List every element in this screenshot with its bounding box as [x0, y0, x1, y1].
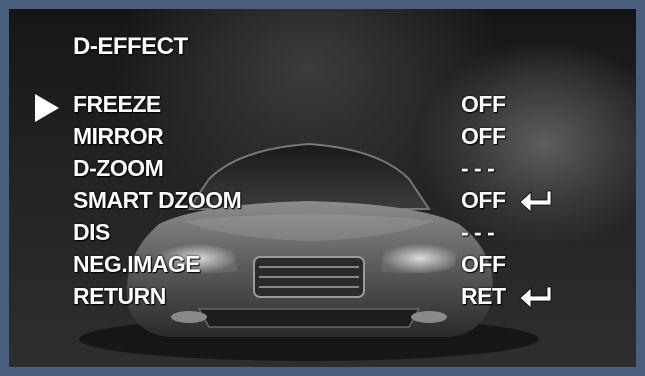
menu-item-return[interactable]: RETURN RET: [9, 283, 636, 315]
menu-title: D-EFFECT: [73, 33, 188, 60]
menu-item-label: SMART DZOOM: [73, 187, 242, 213]
enter-arrow-icon[interactable]: [519, 190, 553, 214]
triangle-right-icon: [35, 94, 59, 122]
menu-item-smart-dzoom[interactable]: SMART DZOOM OFF: [9, 187, 636, 219]
osd-menu: D-EFFECT FREEZE OFF MIRROR OFF D-ZOOM - …: [9, 9, 636, 367]
menu-item-value[interactable]: OFF: [461, 123, 506, 150]
menu-item-value[interactable]: OFF: [461, 251, 506, 278]
osd-screen: D-EFFECT FREEZE OFF MIRROR OFF D-ZOOM - …: [9, 9, 636, 367]
menu-item-value[interactable]: - - -: [461, 155, 495, 182]
menu-item-value[interactable]: OFF: [461, 91, 506, 118]
menu-item-label: DIS: [73, 219, 110, 245]
menu-item-value[interactable]: - - -: [461, 219, 495, 246]
menu-item-label: NEG.IMAGE: [73, 251, 201, 277]
menu-item-value[interactable]: OFF: [461, 187, 506, 214]
enter-arrow-icon[interactable]: [519, 286, 553, 310]
menu-item-label: D-ZOOM: [73, 155, 164, 181]
menu-item-label: RETURN: [73, 283, 166, 309]
menu-item-freeze[interactable]: FREEZE OFF: [9, 91, 636, 123]
menu-item-value[interactable]: RET: [461, 283, 506, 310]
menu-item-neg-image[interactable]: NEG.IMAGE OFF: [9, 251, 636, 283]
menu-item-label: MIRROR: [73, 123, 164, 149]
menu-item-label: FREEZE: [73, 91, 161, 117]
menu-item-d-zoom[interactable]: D-ZOOM - - -: [9, 155, 636, 187]
menu-item-dis[interactable]: DIS - - -: [9, 219, 636, 251]
menu-item-mirror[interactable]: MIRROR OFF: [9, 123, 636, 155]
